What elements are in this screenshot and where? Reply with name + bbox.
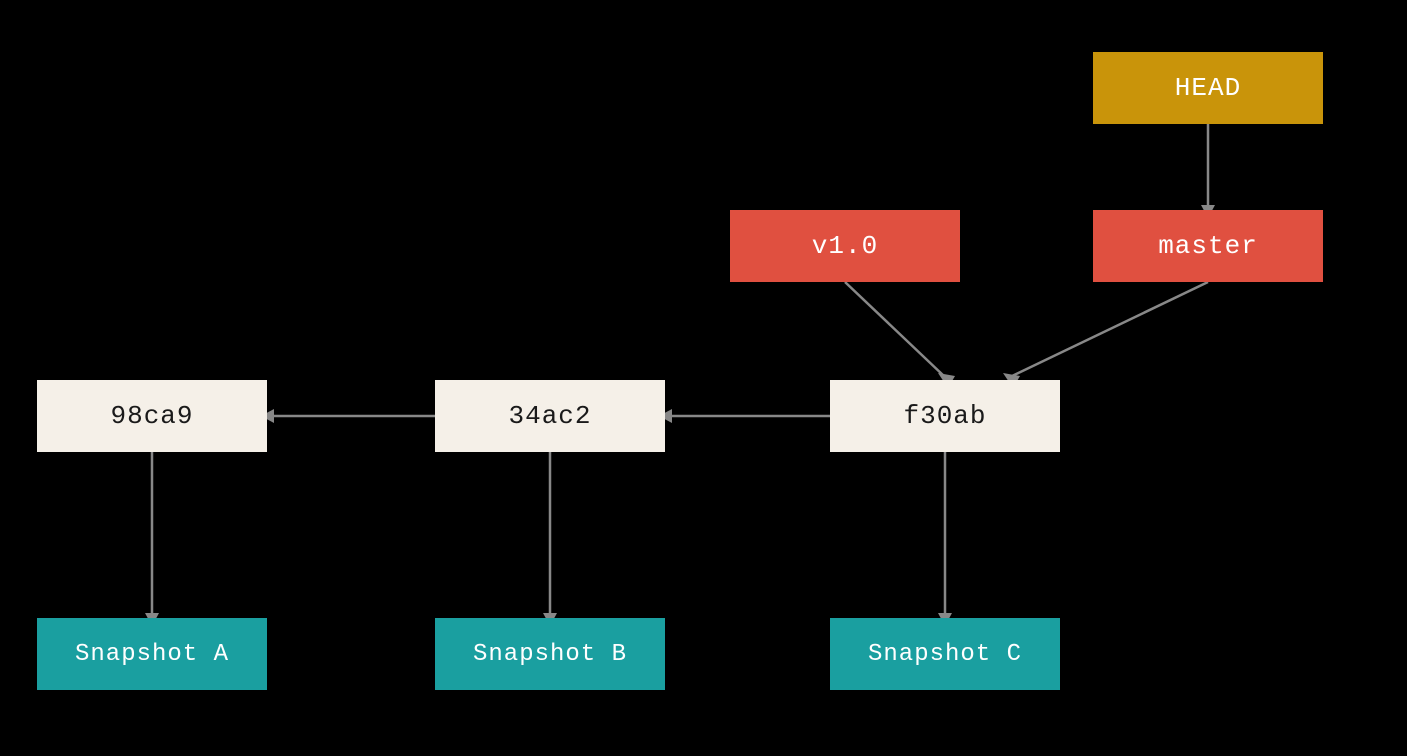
commit-f30ab-label: f30ab	[903, 401, 986, 431]
snapshot-a-node: Snapshot A	[37, 618, 267, 690]
snapshot-c-node: Snapshot C	[830, 618, 1060, 690]
master-label: master	[1158, 231, 1258, 261]
commit-f30ab-node: f30ab	[830, 380, 1060, 452]
v10-label: v1.0	[812, 231, 878, 261]
head-label: HEAD	[1175, 73, 1241, 103]
git-diagram: HEAD v1.0 master 98ca9 34ac2 f30ab Snaps…	[0, 0, 1407, 756]
snapshot-b-label: Snapshot B	[473, 641, 627, 668]
snapshot-b-node: Snapshot B	[435, 618, 665, 690]
v10-node: v1.0	[730, 210, 960, 282]
snapshot-c-label: Snapshot C	[868, 641, 1022, 668]
master-node: master	[1093, 210, 1323, 282]
commit-34ac2-node: 34ac2	[435, 380, 665, 452]
commit-34ac2-label: 34ac2	[508, 401, 591, 431]
snapshot-a-label: Snapshot A	[75, 641, 229, 668]
commit-98ca9-label: 98ca9	[110, 401, 193, 431]
commit-98ca9-node: 98ca9	[37, 380, 267, 452]
head-node: HEAD	[1093, 52, 1323, 124]
